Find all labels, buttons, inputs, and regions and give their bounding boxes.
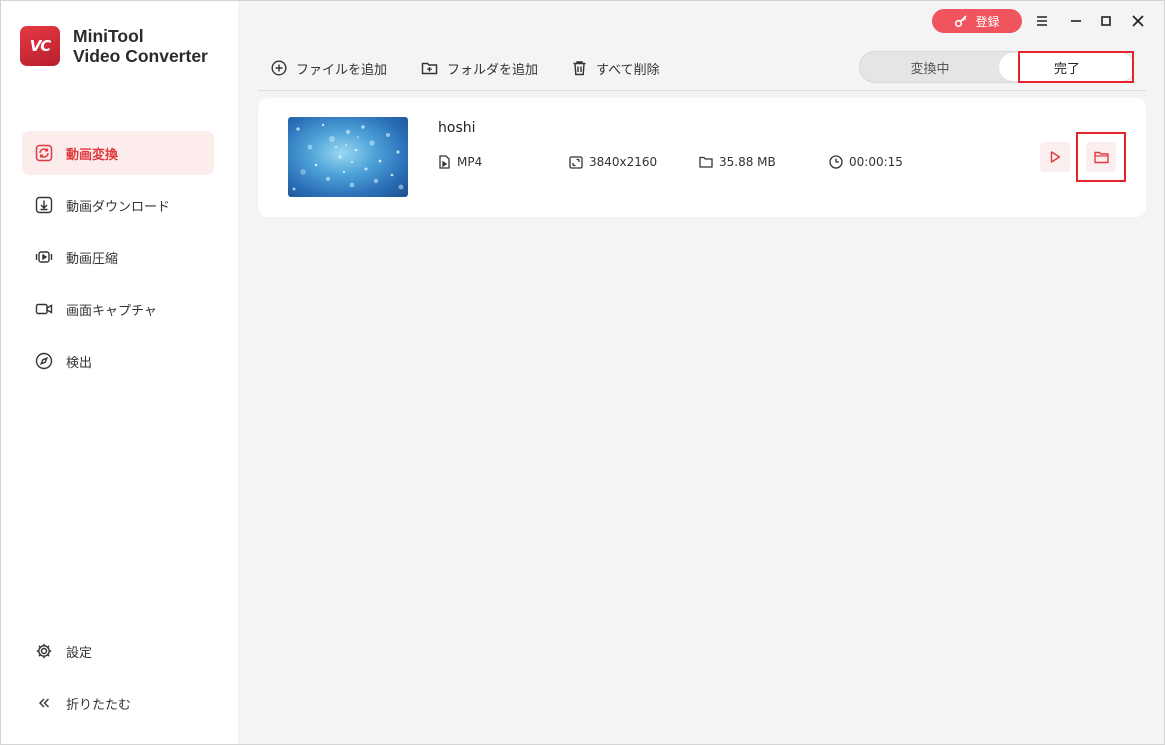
sidebar-item-discover[interactable]: 検出	[22, 339, 214, 383]
file-format: MP4	[438, 155, 482, 169]
minimize-icon	[1071, 20, 1081, 22]
add-folder-button[interactable]: フォルダを追加	[421, 59, 538, 78]
format-value: MP4	[457, 155, 483, 169]
close-button[interactable]	[1127, 10, 1149, 32]
compass-icon	[35, 352, 53, 370]
size-value: 35.88 MB	[719, 155, 776, 169]
sidebar-item-label: 折りたたむ	[66, 697, 132, 713]
tab-done[interactable]: 完了	[999, 53, 1135, 81]
register-button[interactable]: 登録	[932, 9, 1022, 33]
sidebar-bottom: 設定 折りたたむ	[22, 629, 214, 733]
delete-all-label: すべて削除	[596, 62, 660, 78]
folder-plus-icon	[421, 60, 438, 76]
sidebar-item-label: 検出	[66, 355, 93, 371]
file-card: hoshi MP4 3840x2160 35.88 MB 00:00:15	[258, 98, 1146, 217]
add-folder-label: フォルダを追加	[447, 62, 539, 78]
open-folder-button[interactable]	[1086, 142, 1116, 172]
file-duration: 00:00:15	[829, 155, 903, 169]
sidebar-item-label: 動画変換	[66, 147, 119, 163]
app-logo: VC MiniTool Video Converter	[20, 26, 208, 66]
sidebar-item-label: 設定	[66, 645, 93, 661]
minimize-button[interactable]	[1065, 10, 1087, 32]
collapse-icon	[35, 694, 53, 712]
sidebar-item-label: 動画圧縮	[66, 251, 119, 267]
sidebar-item-settings[interactable]: 設定	[22, 629, 214, 673]
convert-icon	[35, 144, 53, 162]
folder-icon	[699, 156, 713, 168]
sidebar-item-video-download[interactable]: 動画ダウンロード	[22, 183, 214, 227]
app-name: MiniTool Video Converter	[73, 26, 208, 66]
sidebar-item-label: 画面キャプチャ	[66, 303, 157, 319]
download-icon	[35, 196, 53, 214]
camera-icon	[35, 300, 53, 318]
maximize-button[interactable]	[1095, 10, 1117, 32]
file-resolution: 3840x2160	[569, 155, 657, 169]
video-thumbnail	[288, 117, 408, 197]
gear-icon	[35, 642, 53, 660]
compress-icon	[35, 248, 53, 266]
resolution-value: 3840x2160	[589, 155, 658, 169]
status-toggle: 変換中 完了	[859, 51, 1135, 83]
sidebar-item-video-convert[interactable]: 動画変換	[22, 131, 214, 175]
register-label: 登録	[975, 14, 1000, 29]
toolbar: ファイルを追加 フォルダを追加 すべて削除	[271, 57, 694, 79]
delete-all-button[interactable]: すべて削除	[572, 59, 660, 78]
file-size: 35.88 MB	[699, 155, 776, 169]
resolution-icon	[569, 155, 583, 169]
close-icon	[1132, 15, 1144, 27]
sidebar-nav: 動画変換 動画ダウンロード 動画圧縮 画面キャプチャ 検出	[22, 131, 214, 391]
open-folder-icon	[1093, 151, 1109, 163]
add-file-button[interactable]: ファイルを追加	[271, 59, 387, 78]
file-name: hoshi	[438, 120, 476, 136]
app-name-line1: MiniTool	[73, 26, 144, 46]
app-name-line2: Video Converter	[73, 46, 208, 66]
clock-icon	[829, 155, 843, 169]
file-video-icon	[438, 155, 451, 169]
sidebar-item-screen-capture[interactable]: 画面キャプチャ	[22, 287, 214, 331]
tab-converting[interactable]: 変換中	[862, 53, 998, 81]
add-file-label: ファイルを追加	[296, 62, 388, 78]
key-icon	[954, 14, 968, 28]
toolbar-divider	[258, 90, 1146, 91]
sidebar-item-label: 動画ダウンロード	[66, 199, 171, 215]
sidebar: VC MiniTool Video Converter 動画変換 動画ダウンロー…	[1, 1, 238, 744]
play-button[interactable]	[1040, 142, 1070, 172]
maximize-icon	[1101, 16, 1111, 26]
plus-square-icon	[271, 60, 287, 76]
play-icon	[1050, 151, 1061, 163]
hamburger-icon	[1037, 16, 1047, 26]
app-window: VC MiniTool Video Converter 動画変換 動画ダウンロー…	[0, 0, 1165, 745]
sidebar-item-video-compress[interactable]: 動画圧縮	[22, 235, 214, 279]
trash-icon	[572, 60, 587, 76]
sidebar-item-collapse[interactable]: 折りたたむ	[22, 681, 214, 725]
duration-value: 00:00:15	[849, 155, 903, 169]
logo-icon: VC	[20, 26, 60, 66]
menu-button[interactable]	[1031, 10, 1053, 32]
